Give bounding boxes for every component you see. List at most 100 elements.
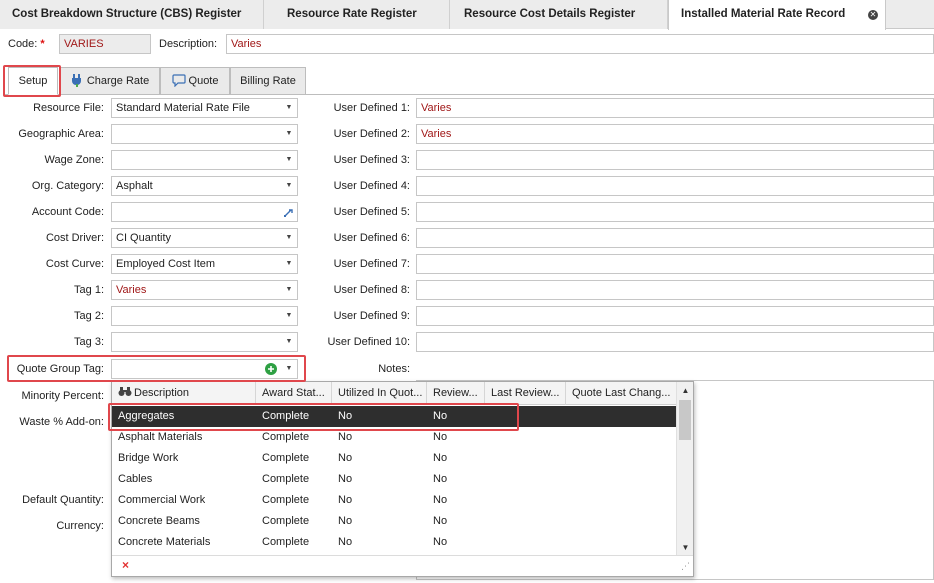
user-defined-3-label: User Defined 3: [333, 154, 410, 166]
account-code-field[interactable] [111, 202, 298, 222]
tag-2-label: Tag 2: [74, 310, 104, 322]
description-field[interactable]: Varies [226, 34, 934, 54]
code-label: Code: * [8, 38, 45, 50]
quote-group-tag-highlight [7, 355, 306, 382]
tab-quote[interactable]: Quote [160, 67, 230, 95]
column-header-utilized-in-quote[interactable]: Utilized In Quot... [332, 382, 427, 405]
cost-driver-select[interactable]: CI Quantity ▼ [111, 228, 298, 248]
row-description: Commercial Work [118, 494, 206, 506]
row-award-status: Complete [262, 494, 310, 506]
user-defined-10-field[interactable] [416, 332, 934, 352]
user-defined-5-field[interactable] [416, 202, 934, 222]
row-description: Cables [118, 473, 153, 485]
picker-icon[interactable] [281, 203, 297, 221]
code-field[interactable]: VARIES [59, 34, 151, 54]
row-reviewed: No [433, 515, 448, 527]
scrollbar-thumb[interactable] [679, 400, 691, 440]
tab-label: Cost Breakdown Structure (CBS) Register [12, 8, 242, 20]
row-utilized: No [338, 452, 353, 464]
minority-percent-label: Minority Percent: [21, 390, 104, 402]
tab-installed-material-rate-record[interactable]: Installed Material Rate Record ✕ [668, 0, 886, 30]
chevron-down-icon[interactable]: ▼ [281, 307, 297, 325]
aggregates-row-highlight [108, 403, 519, 431]
column-header-quote-last-changed[interactable]: Quote Last Chang... [566, 382, 677, 405]
tab-charge-rate[interactable]: Charge Rate [59, 67, 160, 95]
chevron-down-icon[interactable]: ▼ [281, 151, 297, 169]
grid-row[interactable]: Bridge Work Complete No No [112, 448, 677, 469]
row-description: Concrete Materials [118, 536, 211, 548]
column-header-last-reviewed[interactable]: Last Review... [485, 382, 566, 405]
user-defined-2-label: User Defined 2: [333, 128, 410, 140]
tag-1-label: Tag 1: [74, 284, 104, 296]
column-header-description[interactable]: Description [112, 382, 256, 405]
chevron-down-icon[interactable]: ▼ [281, 177, 297, 195]
grid-row[interactable]: Concrete Materials Complete No No [112, 532, 677, 553]
required-marker: * [40, 38, 45, 50]
user-defined-1-label: User Defined 1: [333, 102, 410, 114]
geographic-area-select[interactable]: ▼ [111, 124, 298, 144]
user-defined-4-field[interactable] [416, 176, 934, 196]
tab-label: Installed Material Rate Record [681, 8, 846, 20]
user-defined-10-label: User Defined 10: [327, 336, 410, 348]
cost-driver-value: CI Quantity [116, 232, 172, 244]
dropdown-footer: × ⋰ [112, 555, 693, 576]
tag-2-select[interactable]: ▼ [111, 306, 298, 326]
tab-resource-cost-details-register[interactable]: Resource Cost Details Register [450, 0, 668, 29]
wage-zone-select[interactable]: ▼ [111, 150, 298, 170]
cost-curve-select[interactable]: Employed Cost Item ▼ [111, 254, 298, 274]
grid-row[interactable]: Concrete Beams Complete No No [112, 511, 677, 532]
geographic-area-label: Geographic Area: [18, 128, 104, 140]
tab-cbs-register[interactable]: Cost Breakdown Structure (CBS) Register [0, 0, 264, 29]
tab-label: Resource Cost Details Register [464, 8, 636, 20]
row-reviewed: No [433, 536, 448, 548]
cost-curve-label: Cost Curve: [45, 258, 104, 270]
chevron-down-icon[interactable]: ▼ [281, 333, 297, 351]
resource-file-value: Standard Material Rate File [116, 102, 250, 114]
tag-3-label: Tag 3: [74, 336, 104, 348]
user-defined-2-field[interactable]: Varies [416, 124, 934, 144]
grid-row[interactable]: Cables Complete No No [112, 469, 677, 490]
default-quantity-label: Default Quantity: [22, 494, 104, 506]
tag-1-select[interactable]: Varies ▼ [111, 280, 298, 300]
column-header-award-status[interactable]: Award Stat... [256, 382, 332, 405]
scroll-up-icon[interactable]: ▲ [677, 384, 694, 398]
tag-1-value: Varies [116, 284, 147, 296]
row-award-status: Complete [262, 515, 310, 527]
user-defined-1-field[interactable]: Varies [416, 98, 934, 118]
user-defined-9-label: User Defined 9: [333, 310, 410, 322]
chevron-down-icon[interactable]: ▼ [281, 229, 297, 247]
waste-add-on-label: Waste % Add-on: [19, 416, 104, 428]
clear-icon[interactable]: × [122, 558, 129, 572]
scroll-down-icon[interactable]: ▼ [677, 541, 694, 555]
user-defined-8-field[interactable] [416, 280, 934, 300]
row-award-status: Complete [262, 452, 310, 464]
setup-tab-highlight [3, 65, 61, 97]
tab-resource-rate-register[interactable]: Resource Rate Register [264, 0, 450, 29]
org-category-select[interactable]: Asphalt ▼ [111, 176, 298, 196]
vertical-scrollbar[interactable]: ▲ ▼ [676, 382, 693, 557]
chevron-down-icon[interactable]: ▼ [281, 281, 297, 299]
binoculars-icon [118, 387, 132, 396]
row-reviewed: No [433, 473, 448, 485]
user-defined-7-field[interactable] [416, 254, 934, 274]
chevron-down-icon[interactable]: ▼ [281, 255, 297, 273]
user-defined-7-label: User Defined 7: [333, 258, 410, 270]
plug-icon [71, 74, 81, 87]
chevron-down-icon[interactable]: ▼ [281, 125, 297, 143]
row-utilized: No [338, 536, 353, 548]
row-utilized: No [338, 515, 353, 527]
grid-row[interactable]: Commercial Work Complete No No [112, 490, 677, 511]
tag-3-select[interactable]: ▼ [111, 332, 298, 352]
row-award-status: Complete [262, 473, 310, 485]
account-code-label: Account Code: [31, 206, 104, 218]
user-defined-6-field[interactable] [416, 228, 934, 248]
resize-grip-icon[interactable]: ⋰ [681, 561, 690, 572]
column-header-reviewed[interactable]: Review... [427, 382, 485, 405]
speech-bubble-icon [171, 74, 186, 88]
tab-billing-rate[interactable]: Billing Rate [230, 67, 306, 95]
chevron-down-icon[interactable]: ▼ [281, 99, 297, 117]
user-defined-9-field[interactable] [416, 306, 934, 326]
close-icon[interactable]: ✕ [868, 10, 878, 20]
resource-file-select[interactable]: Standard Material Rate File ▼ [111, 98, 298, 118]
user-defined-3-field[interactable] [416, 150, 934, 170]
